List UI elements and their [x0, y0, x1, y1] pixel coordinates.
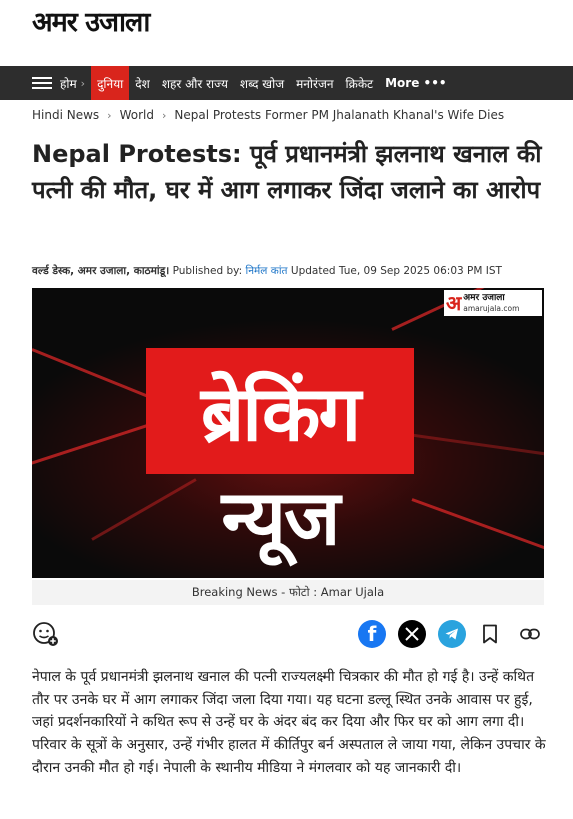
emoji-add-icon[interactable]: [32, 620, 60, 648]
nav-item-cricket[interactable]: क्रिकेट: [340, 66, 380, 100]
hero-word-news: न्यूज: [221, 472, 341, 562]
nav-item-city-state[interactable]: शहर और राज्य: [156, 66, 234, 100]
article-body: नेपाल के पूर्व प्रधानमंत्री झलनाथ खनाल क…: [32, 669, 546, 776]
nav-more-button[interactable]: More •••: [379, 66, 452, 100]
author-link[interactable]: निर्मल कांत: [245, 265, 287, 277]
brand-url: amarujala.com: [463, 304, 520, 313]
site-logo[interactable]: अमर उजाला: [32, 2, 150, 39]
nav-home-label: होम: [60, 76, 77, 91]
breadcrumb-hindi-news[interactable]: Hindi News: [32, 108, 99, 122]
chevron-right-icon: ›: [107, 108, 112, 122]
nav-item-home[interactable]: होम ›: [52, 66, 91, 100]
nav-item-desh[interactable]: देश: [129, 66, 156, 100]
bookmark-icon[interactable]: [478, 622, 502, 646]
chevron-right-icon: ›: [80, 76, 86, 90]
brand-letter: अ: [446, 291, 462, 315]
nav-item-shabd-khoj[interactable]: शब्द खोज: [234, 66, 290, 100]
published-by-label: Published by:: [172, 265, 243, 277]
x-icon[interactable]: [398, 620, 426, 648]
hamburger-menu-icon[interactable]: [32, 77, 52, 89]
amar-ujala-watermark-logo: अ अमर उजाला amarujala.com: [444, 290, 542, 316]
nav-item-world[interactable]: दुनिया: [91, 66, 130, 100]
updated-timestamp: Updated Tue, 09 Sep 2025 06:03 PM IST: [290, 265, 502, 277]
hero-image: अ अमर उजाला amarujala.com ब्रेकिंग न्यूज: [32, 288, 544, 578]
masthead: अमर उजाला: [0, 0, 573, 66]
article-headline: Nepal Protests: पूर्व प्रधानमंत्री झलनाथ…: [32, 140, 542, 204]
breadcrumb-world[interactable]: World: [120, 108, 154, 122]
facebook-icon[interactable]: f: [358, 620, 386, 648]
image-caption: Breaking News - फोटो : Amar Ujala: [32, 580, 544, 605]
telegram-icon[interactable]: [438, 620, 466, 648]
main-navbar: होम › दुनिया देश शहर और राज्य शब्द खोज म…: [0, 66, 573, 100]
hero-word-breaking: ब्रेकिंग: [200, 368, 361, 458]
share-toolbar: f: [32, 618, 544, 650]
link-icon[interactable]: [518, 622, 542, 646]
byline-desk: वर्ल्ड डेस्क, अमर उजाला, काठमांडू।: [32, 265, 170, 277]
nav-item-entertainment[interactable]: मनोरंजन: [290, 66, 339, 100]
breadcrumb: Hindi News › World › Nepal Protests Form…: [32, 108, 504, 122]
chevron-right-icon: ›: [161, 108, 167, 122]
article-byline: वर्ल्ड डेस्क, अमर उजाला, काठमांडू। Publi…: [32, 264, 502, 278]
breadcrumb-current: Nepal Protests Former PM Jhalanath Khana…: [174, 108, 505, 122]
brand-name: अमर उजाला: [463, 293, 505, 303]
